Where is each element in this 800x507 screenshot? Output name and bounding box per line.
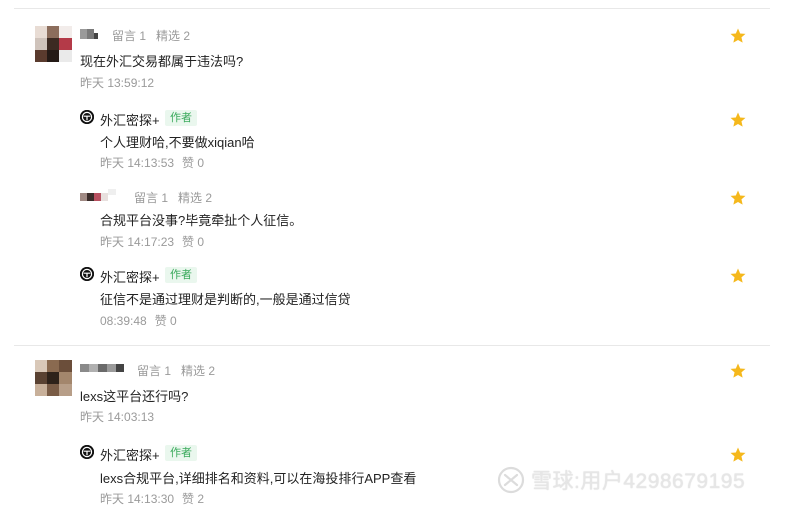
- like-count[interactable]: 赞 0: [182, 156, 204, 170]
- reply-text: lexs合规平台,详细排名和资料,可以在海投排行APP查看: [100, 471, 417, 486]
- watermark: 雪球:用户4298679195: [497, 463, 745, 497]
- like-count[interactable]: 赞 0: [182, 235, 204, 249]
- author-badge: 作者: [165, 267, 197, 283]
- username-blurred[interactable]: [80, 362, 126, 378]
- author-avatar-icon[interactable]: [80, 110, 94, 124]
- reply-count[interactable]: 留言 1: [137, 364, 171, 378]
- author-avatar-icon[interactable]: [80, 445, 94, 459]
- author-badge: 作者: [165, 445, 197, 461]
- user-avatar-blurred[interactable]: [80, 189, 122, 207]
- like-count[interactable]: 赞 2: [182, 492, 204, 506]
- comment-text: 现在外汇交易都属于违法吗?: [80, 54, 244, 69]
- user-avatar-blurred[interactable]: [35, 360, 72, 396]
- watermark-text: 雪球:用户4298679195: [531, 470, 746, 493]
- comment-time: 昨天 13:59:12: [80, 76, 155, 90]
- author-avatar-icon[interactable]: [80, 267, 94, 281]
- star-icon[interactable]: [729, 189, 747, 207]
- user-avatar-blurred[interactable]: [35, 26, 72, 62]
- reply-time-likes: 昨天 14:13:30 赞 2: [100, 492, 205, 506]
- star-icon[interactable]: [729, 446, 747, 464]
- reply-time-likes: 昨天 14:17:23 赞 0: [100, 235, 205, 249]
- reply-text: 个人理财哈,不要做xiqian哈: [100, 135, 255, 150]
- reply-time-likes: 昨天 14:13:53 赞 0: [100, 156, 205, 170]
- username-blurred[interactable]: [80, 29, 102, 39]
- comment-meta: 留言 1 精选 2: [112, 27, 200, 44]
- star-icon[interactable]: [729, 267, 747, 285]
- comment-text: lexs这平台还行吗?: [80, 389, 189, 404]
- author-name[interactable]: 外汇密探+: [100, 110, 160, 129]
- reply-text: 征信不是通过理财是判断的,一般是通过信贷: [100, 292, 351, 307]
- reply-count[interactable]: 留言 1: [134, 191, 168, 205]
- author-badge: 作者: [165, 110, 197, 126]
- reply-count[interactable]: 留言 1: [112, 29, 146, 43]
- featured-count[interactable]: 精选 2: [156, 29, 190, 43]
- comment-meta: 留言 1 精选 2: [137, 362, 225, 379]
- star-icon[interactable]: [729, 27, 747, 45]
- comment-time: 昨天 14:03:13: [80, 410, 155, 424]
- featured-count[interactable]: 精选 2: [181, 364, 215, 378]
- star-icon[interactable]: [729, 362, 747, 380]
- reply-time-likes: 08:39:48 赞 0: [100, 314, 177, 328]
- author-name[interactable]: 外汇密探+: [100, 267, 160, 286]
- snowball-logo-icon: [497, 466, 525, 494]
- author-name[interactable]: 外汇密探+: [100, 445, 160, 464]
- star-icon[interactable]: [729, 111, 747, 129]
- divider-top: [14, 8, 770, 9]
- comment-meta: 留言 1 精选 2: [134, 189, 222, 206]
- reply-text: 合规平台没事?毕竟牵扯个人征信。: [100, 213, 303, 228]
- like-count[interactable]: 赞 0: [155, 314, 177, 328]
- featured-count[interactable]: 精选 2: [178, 191, 212, 205]
- divider-thread: [14, 345, 770, 346]
